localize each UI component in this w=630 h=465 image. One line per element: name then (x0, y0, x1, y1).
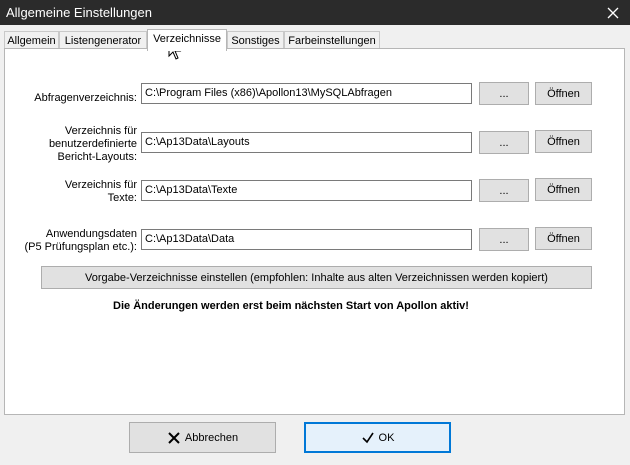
texts-dir-open-button[interactable]: Öffnen (535, 178, 592, 201)
close-button[interactable] (596, 0, 630, 25)
texts-dir-label: Verzeichnis für Texte: (64, 179, 137, 204)
title-bar: Allgemeine Einstellungen (0, 0, 630, 25)
query-dir-input[interactable]: C:\Program Files (x86)\Apollon13\MySQLAb… (141, 83, 472, 104)
ok-label: OK (378, 431, 395, 444)
layouts-dir-browse-button[interactable]: ... (479, 131, 529, 154)
texts-dir-browse-button[interactable]: ... (479, 179, 529, 202)
restart-notice: Die Änderungen werden erst beim nächsten… (113, 300, 469, 312)
cancel-label: Abbrechen (184, 431, 239, 444)
layouts-dir-label: Verzeichnis für benutzerdefinierte Beric… (48, 125, 137, 163)
query-dir-open-button[interactable]: Öffnen (535, 82, 592, 105)
x-icon (168, 431, 180, 444)
appdata-dir-input[interactable]: C:\Ap13Data\Data (141, 229, 472, 250)
texts-dir-input[interactable]: C:\Ap13Data\Texte (141, 180, 472, 201)
query-dir-browse-button[interactable]: ... (479, 82, 529, 105)
check-icon (361, 432, 374, 443)
ok-button[interactable]: OK (304, 422, 451, 453)
query-dir-label: Abfragenverzeichnis: (34, 92, 137, 104)
tab-verzeichnisse[interactable]: Verzeichnisse (147, 29, 227, 51)
close-icon (607, 7, 619, 18)
cancel-button[interactable]: Abbrechen (129, 422, 276, 453)
appdata-dir-browse-button[interactable]: ... (479, 228, 529, 251)
directories-panel: Abfragenverzeichnis: C:\Program Files (x… (4, 48, 625, 415)
appdata-dir-label: Anwendungsdaten (P5 Prüfungsplan etc.): (24, 228, 137, 253)
window-title: Allgemeine Einstellungen (6, 5, 152, 20)
layouts-dir-open-button[interactable]: Öffnen (535, 130, 592, 153)
set-default-directories-button[interactable]: Vorgabe-Verzeichnisse einstellen (empfoh… (41, 266, 592, 289)
appdata-dir-open-button[interactable]: Öffnen (535, 227, 592, 250)
layouts-dir-input[interactable]: C:\Ap13Data\Layouts (141, 132, 472, 153)
